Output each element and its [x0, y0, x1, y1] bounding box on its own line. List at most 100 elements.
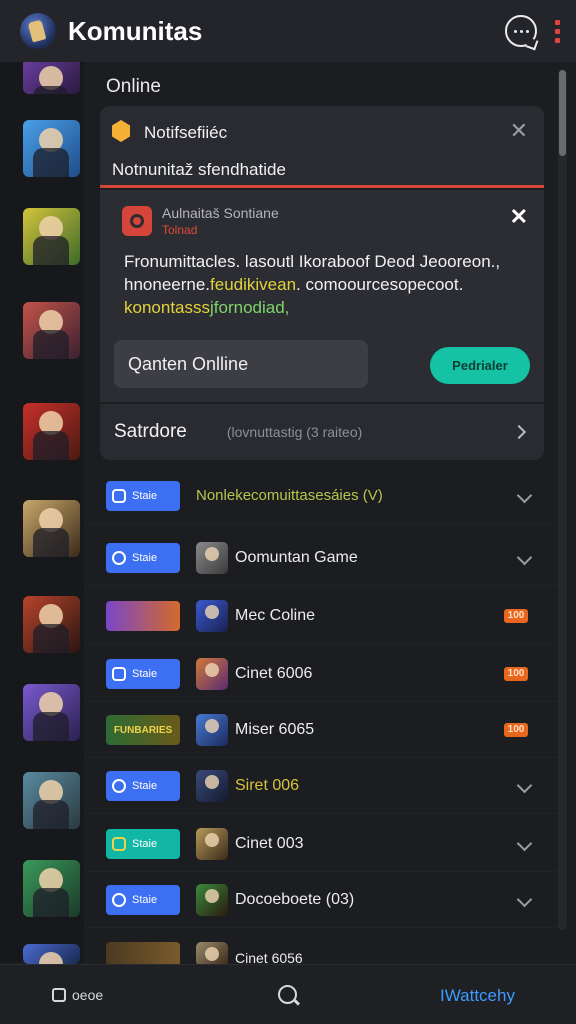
notification-title: Notifsefiiéc	[144, 123, 228, 142]
nav-home[interactable]: oeoe	[52, 987, 103, 1003]
list-item[interactable]: Staie Nonlekecomuittasesáies (V)	[84, 468, 560, 524]
chevron-down-icon[interactable]	[516, 835, 533, 852]
list-item[interactable]: Staie Siret 006	[84, 758, 560, 814]
pill-icon	[112, 837, 126, 851]
sheet-subtitle: Tolnad	[162, 223, 198, 237]
count-badge: 100	[504, 666, 528, 681]
section-title: Satrdore	[114, 421, 187, 442]
list-item-title: Cinet 6006	[235, 664, 313, 682]
pill-icon	[112, 667, 126, 681]
game-icon	[196, 770, 228, 802]
list-item-title: Mec Coline	[235, 606, 316, 624]
status-pill: Staie	[106, 771, 180, 801]
community-avatar[interactable]	[23, 58, 80, 94]
body-highlight: jfornodiad,	[210, 298, 290, 317]
chat-bubble-icon[interactable]	[505, 15, 537, 47]
game-icon	[196, 884, 228, 916]
community-avatar[interactable]	[23, 772, 80, 829]
pill-label: Staie	[132, 780, 158, 792]
community-avatar[interactable]	[23, 403, 80, 460]
pill-label: Staie	[132, 894, 158, 906]
sheet-body-line: Fronumittacles. lasoutl Ikoraboof Deod J…	[124, 252, 501, 271]
community-avatar[interactable]	[23, 684, 80, 741]
search-icon[interactable]	[278, 985, 297, 1004]
list-item-title: Siret 006	[235, 776, 300, 794]
game-icon	[196, 828, 228, 860]
sheet-title: Aulnaitaš Sontiane	[162, 205, 279, 221]
list-item[interactable]: Staie Cinet 6006 100	[84, 646, 560, 702]
kebab-menu-icon[interactable]	[555, 19, 560, 43]
section-meta: (lovnuttastig (3 raiteo)	[226, 424, 363, 440]
count-badge: 100	[504, 608, 528, 623]
notification-card: Notifsefiiéc ✕ Notnunitaž sfendhatide	[100, 106, 544, 188]
game-icon	[196, 714, 228, 746]
sheet-body-line: hnoneerne.feudikivean. comoourcesopecoot…	[124, 273, 534, 296]
nav-home-label: oeoe	[72, 987, 104, 1003]
chevron-down-icon[interactable]	[516, 487, 533, 504]
body-text: hnoneerne.	[124, 275, 211, 294]
nav-watch[interactable]: IWattcehy	[440, 986, 515, 1006]
chevron-down-icon[interactable]	[516, 549, 533, 566]
app-header: Komunitas	[0, 0, 576, 62]
pill-icon	[112, 893, 126, 907]
home-icon	[52, 988, 66, 1002]
body-highlight: feudikivean	[210, 275, 297, 294]
community-avatar[interactable]	[23, 120, 80, 177]
list-item-title: Cinet 003	[235, 834, 304, 852]
chevron-right-icon	[511, 424, 527, 440]
game-icon	[196, 658, 228, 690]
status-pill: Staie	[106, 543, 180, 573]
pill-label: Staie	[132, 552, 158, 564]
list-item[interactable]: Staie Cinet 003	[84, 816, 560, 872]
game-logo-icon[interactable]	[20, 13, 56, 49]
community-rail	[0, 58, 84, 964]
close-icon[interactable]: ✕	[510, 204, 528, 230]
online-section-label: Online	[106, 76, 161, 97]
community-avatar[interactable]	[23, 500, 80, 557]
status-pill: Staie	[106, 481, 180, 511]
pill-label: Staie	[132, 838, 158, 850]
game-banner	[106, 601, 180, 631]
game-banner: FUNBARIES	[106, 715, 180, 745]
notification-subtitle: Notnunitaž sfendhatide	[112, 160, 286, 179]
pill-icon	[112, 489, 126, 503]
list-item[interactable]: Staie Docoeboete (03)	[84, 872, 560, 928]
chevron-down-icon[interactable]	[516, 777, 533, 794]
pill-label: Staie	[132, 490, 158, 502]
game-icon	[196, 600, 228, 632]
sheet-body: Fronumittacles. lasoutl Ikoraboof Deod J…	[124, 250, 534, 319]
list-item-title: Nonlekecomuittasesáies (V)	[196, 487, 383, 504]
community-avatar[interactable]	[23, 944, 80, 964]
community-avatar[interactable]	[23, 596, 80, 653]
game-banner	[106, 942, 180, 966]
sheet-action-button[interactable]: Pedrialer	[430, 347, 530, 384]
list-item-title: Oomuntan Game	[235, 548, 358, 566]
community-avatar[interactable]	[23, 860, 80, 917]
community-avatar[interactable]	[23, 208, 80, 265]
status-pill: Staie	[106, 829, 180, 859]
close-icon[interactable]: ✕	[510, 118, 528, 144]
community-avatar[interactable]	[23, 302, 80, 359]
list-item[interactable]: Staie Oomuntan Game	[84, 530, 560, 586]
sheet-body-line: konontasssjfornodiad,	[124, 296, 534, 319]
game-icon	[196, 542, 228, 574]
section-row[interactable]: Satrdore (lovnuttastig (3 raiteo)	[100, 404, 544, 460]
shield-icon	[112, 120, 130, 142]
list-item[interactable]: Cinet 6056	[84, 930, 560, 966]
bottom-nav: oeoe IWattcehy	[0, 964, 576, 1024]
list-item[interactable]: Mec Coline 100	[84, 588, 560, 644]
app-root: Komunitas Online Notifsefiiéc ✕ Notnunit…	[0, 0, 576, 1024]
scrollbar-thumb[interactable]	[559, 70, 566, 156]
pill-label: Staie	[132, 668, 158, 680]
scrollbar[interactable]	[558, 70, 567, 930]
sheet-input[interactable]	[114, 340, 368, 388]
body-text: . comoourcesopecoot.	[296, 275, 464, 294]
list-item-title: Docoeboete (03)	[235, 890, 355, 908]
chevron-down-icon[interactable]	[516, 891, 533, 908]
game-icon	[196, 942, 228, 966]
app-badge-icon	[122, 206, 152, 236]
pill-icon	[112, 779, 126, 793]
list-item-title: Miser 6065	[235, 720, 315, 738]
notification-sheet: Aulnaitaš Sontiane Tolnad ✕ Fronumittacl…	[100, 190, 544, 402]
list-item[interactable]: FUNBARIES Miser 6065 100	[84, 702, 560, 758]
